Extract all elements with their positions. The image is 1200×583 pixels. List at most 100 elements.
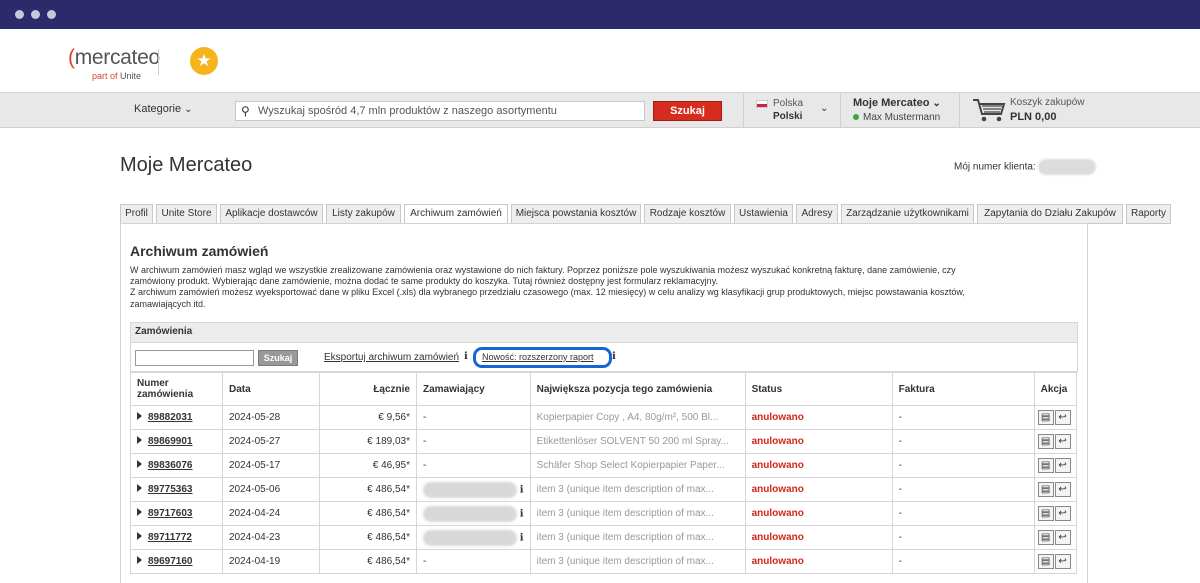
order-number-link[interactable]: 89836076 [148,460,193,471]
table-row[interactable]: 89869901 2024-05-27 € 189,03* - Etikettenlös… [130,429,1077,454]
col-header-total[interactable]: Łącznie [319,372,417,406]
largest-item: Etikettenlöser SOLVENT 50 200 ml Spray..… [529,429,746,454]
export-archive-link[interactable]: Eksportuj archiwum zamówień [324,352,459,363]
reorder-icon[interactable]: ↩ [1054,458,1071,473]
col-header-largest-item[interactable]: Największa pozycja tego zamówienia [529,372,746,406]
details-icon[interactable]: ▤ [1037,410,1054,425]
star-icon[interactable]: ★ [190,47,218,75]
reorder-icon[interactable]: ↩ [1054,434,1071,449]
invoice: - [891,405,1035,430]
info-icon[interactable]: ℹ [520,532,524,543]
reorder-icon[interactable]: ↩ [1054,554,1071,569]
orderer: - [423,556,427,567]
window-dot-icon [15,10,24,19]
tab-raporty[interactable]: Raporty [1126,204,1171,224]
order-number-link[interactable]: 89697160 [148,556,193,567]
expand-arrow-icon[interactable] [137,556,142,564]
country-label[interactable]: Polska [773,98,803,109]
divider [959,93,960,127]
logo-divider [158,49,159,75]
tab-profil[interactable]: Profil [120,204,153,224]
action-cell: ▤ ↩ [1033,501,1077,526]
reorder-icon[interactable]: ↩ [1054,506,1071,521]
orders-search-button[interactable]: Szukaj [258,350,298,366]
info-icon[interactable]: ℹ [520,484,524,495]
chevron-down-icon[interactable]: ⌄ [820,103,828,114]
table-row[interactable]: 89711772 2024-04-23 € 486,54* ℹ item 3 (uni… [130,525,1077,550]
archive-panel: Archiwum zamówień W archiwum zamówień ma… [120,223,1088,583]
language-label[interactable]: Polski [773,111,802,122]
table-row[interactable]: 89775363 2024-05-06 € 486,54* ℹ item 3 (uni… [130,477,1077,502]
expand-arrow-icon[interactable] [137,484,142,492]
search-button[interactable]: Szukaj [653,101,722,121]
details-icon[interactable]: ▤ [1037,458,1054,473]
col-header-invoice[interactable]: Faktura [891,372,1035,406]
order-status: anulowano [744,453,893,478]
info-icon[interactable]: ℹ [520,508,524,519]
cart-total[interactable]: PLN 0,00 [1010,111,1056,123]
tab-aplikacje-dostawcow[interactable]: Aplikacje dostawców [220,204,323,224]
tab-unite-store[interactable]: Unite Store [156,204,217,224]
chevron-down-icon: ⌄ [932,98,941,109]
col-header-date[interactable]: Data [222,372,320,406]
info-icon[interactable]: ℹ [612,351,616,362]
customer-number-redacted [1038,159,1097,175]
order-number-link[interactable]: 89711772 [148,532,192,543]
col-header-number[interactable]: Numer zamówienia [130,372,223,406]
order-status: anulowano [744,405,893,430]
order-number-cell: 89711772 [130,525,223,550]
expand-arrow-icon[interactable] [137,460,142,468]
account-menu[interactable]: Moje Mercateo ⌄ [853,97,941,109]
order-number-link[interactable]: 89869901 [148,436,193,447]
order-number-link[interactable]: 89882031 [148,412,193,423]
tab-zapytania[interactable]: Zapytania do Działu Zakupów [977,204,1123,224]
details-icon[interactable]: ▤ [1037,506,1054,521]
order-status: anulowano [744,525,893,550]
reorder-icon[interactable]: ↩ [1054,530,1071,545]
desc-line: zamówiony produkt. Wybierając dane zamów… [130,276,719,287]
table-row[interactable]: 89836076 2024-05-17 € 46,95* - Schäfer Shop … [130,453,1077,478]
order-number-link[interactable]: 89717603 [148,508,193,519]
reorder-icon[interactable]: ↩ [1054,482,1071,497]
details-icon[interactable]: ▤ [1037,434,1054,449]
reorder-icon[interactable]: ↩ [1054,410,1071,425]
new-report-link[interactable]: Nowość: rozszerzony raport [482,352,594,362]
invoice: - [891,429,1035,454]
table-row[interactable]: 89717603 2024-04-24 € 486,54* ℹ item 3 (uni… [130,501,1077,526]
tab-rodzaje-kosztow[interactable]: Rodzaje kosztów [644,204,731,224]
order-number-link[interactable]: 89775363 [148,484,193,495]
largest-item: item 3 (unique item description of max..… [529,549,746,574]
details-icon[interactable]: ▤ [1037,554,1054,569]
expand-arrow-icon[interactable] [137,508,142,516]
invoice: - [891,453,1035,478]
tab-zarzadzanie-uzytkownikami[interactable]: Zarządzanie użytkownikami [841,204,974,224]
col-header-orderer[interactable]: Zamawiający [416,372,531,406]
shopping-cart-icon[interactable] [972,97,1006,123]
col-header-status[interactable]: Status [744,372,893,406]
cart-label[interactable]: Koszyk zakupów [1010,97,1084,108]
tab-adresy[interactable]: Adresy [796,204,838,224]
table-row[interactable]: 89882031 2024-05-28 € 9,56* - Kopierpapier C… [130,405,1077,430]
order-total: € 486,54* [319,549,417,574]
invoice: - [891,501,1035,526]
info-icon[interactable]: ℹ [464,351,468,362]
expand-arrow-icon[interactable] [137,436,142,444]
invoice: - [891,525,1035,550]
invoice: - [891,477,1035,502]
largest-item: item 3 (unique item description of max..… [529,501,746,526]
expand-arrow-icon[interactable] [137,532,142,540]
categories-dropdown[interactable]: Kategorie ⌄ [134,103,193,115]
expand-arrow-icon[interactable] [137,412,142,420]
tab-listy-zakupow[interactable]: Listy zakupów [326,204,401,224]
details-icon[interactable]: ▤ [1037,530,1054,545]
customer-number-label: Mój numer klienta: [954,161,1036,173]
window-titlebar [0,0,1200,29]
table-row[interactable]: 89697160 2024-04-19 € 486,54* - item 3 (uniq… [130,549,1077,574]
tab-miejsca-powstania-kosztow[interactable]: Miejsca powstania kosztów [511,204,641,224]
tab-ustawienia[interactable]: Ustawienia [734,204,793,224]
search-input[interactable]: ⚲ Wyszukaj spośród 4,7 mln produktów z n… [235,101,645,121]
mercateo-logo[interactable]: (mercateo part of Unite [68,46,160,81]
tab-archiwum-zamowien[interactable]: Archiwum zamówień [404,204,508,224]
orders-search-input[interactable] [135,350,254,366]
details-icon[interactable]: ▤ [1037,482,1054,497]
